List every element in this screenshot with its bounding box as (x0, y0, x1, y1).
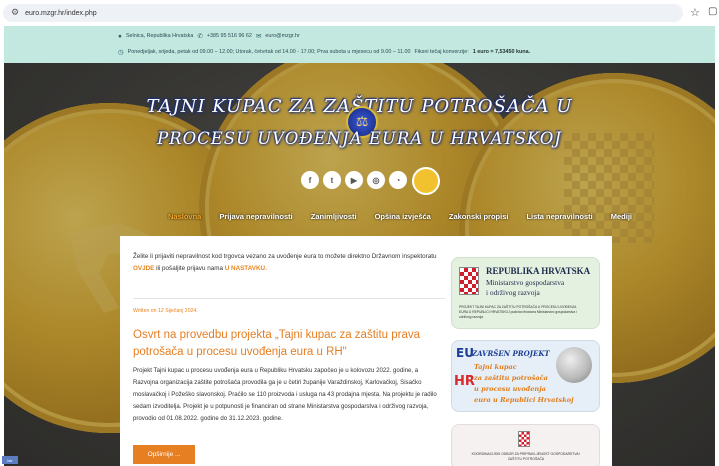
nastavak-link[interactable]: U NASTAVKU. (225, 265, 267, 272)
project-line: u procesu uvođenja (474, 385, 546, 393)
project-line: eura u Republici Hrvatskoj (474, 396, 574, 404)
location-icon: ● (118, 32, 122, 40)
coin-icon (556, 347, 592, 383)
youtube-icon[interactable]: ▶ (345, 171, 363, 189)
address-text[interactable]: euro.mzgr.hr/index.php (25, 10, 97, 17)
instagram-icon[interactable]: ◎ (367, 171, 385, 189)
committee-banner[interactable]: KOORDINACIJSKI ODBOR ZA PRIPRAVLJENOST G… (451, 424, 600, 466)
hero-title-line2: PROCESU UVOĐENJA EURA U HRVATSKOJ (157, 129, 562, 148)
hours-text: Ponedjeljak, srijeda, petak od 09.00 – 1… (127, 49, 411, 55)
browser-toolbar: ⚙ euro.mzgr.hr/index.php ☆ ▢ (0, 0, 719, 26)
project-banner-title: ZAVRŠEN PROJEKT (472, 349, 550, 358)
committee-text: KOORDINACIJSKI ODBOR ZA PRIPRAVLJENOST G… (471, 452, 581, 461)
read-more-button[interactable]: Opširnije ... (133, 445, 195, 464)
intro-text: Želite li prijaviti nepravilnost kod trg… (133, 253, 437, 272)
social-icons: f t ▶ ◎ ◔ (301, 171, 407, 189)
inspektorat-link[interactable]: OVJDE (133, 265, 154, 272)
corner-badge: lstr (2, 456, 18, 464)
extension-icon[interactable]: ▢ (708, 6, 717, 17)
clock-icon: ◷ (118, 49, 124, 56)
conversion-value: 1 euro = 7,53450 kuna. (472, 49, 531, 55)
divider (133, 298, 445, 299)
nav-item-prijava[interactable]: Prijava nepravilnosti (210, 208, 301, 225)
nav-item-lista[interactable]: Lista nepravilnosti (517, 208, 601, 225)
conversion-label: Fiksni tečaj konverzije: (414, 49, 469, 55)
twitter-icon[interactable]: t (323, 171, 341, 189)
nav-item-mediji[interactable]: Mediji (602, 208, 641, 225)
mail-icon: ✉ (255, 33, 262, 40)
star-icon[interactable]: ☆ (690, 6, 700, 19)
hr-letters: HR (454, 374, 475, 389)
nav-item-izvjesca[interactable]: Opšina izvješća (366, 208, 440, 225)
other-social-icon[interactable]: ◔ (389, 171, 407, 189)
post-date: Written on 12 Siječanj 2024. (133, 308, 198, 314)
project-completed-banner[interactable]: EU HR ZAVRŠEN PROJEKT Tajni kupac za zaš… (451, 340, 600, 412)
croatian-coat-of-arms-icon (459, 267, 479, 295)
ministry-banner[interactable]: REPUBLIKA HRVATSKA Ministarstvo gospodar… (451, 257, 600, 329)
hours-row: ◷ Ponedjeljak, srijeda, petak od 09.00 –… (118, 48, 530, 56)
nav-item-propisi[interactable]: Zakonski propisi (440, 208, 518, 225)
address-bar[interactable]: ⚙ euro.mzgr.hr/index.php (3, 4, 683, 22)
post-body: Projekt Tajni kupac u procesu uvođenja e… (133, 367, 437, 422)
main-nav: Naslovna Prijava nepravilnosti Zanimljiv… (159, 208, 641, 225)
contact-row: ● Selnica, Republika Hrvatska ✆ +385 95 … (118, 32, 300, 41)
tune-icon[interactable]: ⚙ (11, 8, 19, 18)
location-text: Selnica, Republika Hrvatska (125, 33, 194, 39)
phone-text[interactable]: +385 95 516 96 62 (207, 33, 252, 39)
croatian-coat-of-arms-icon (518, 431, 530, 447)
mascot-image (412, 167, 440, 195)
email-text[interactable]: euro@mzgr.hr (265, 33, 299, 39)
ministry-small-text: PROJEKT TAJNI KUPAC ZA ZAŠTITU POTROŠAČA… (459, 305, 577, 319)
facebook-icon[interactable]: f (301, 171, 319, 189)
ministry-sub2: i održivog razvoja (486, 288, 540, 297)
info-bar: ● Selnica, Republika Hrvatska ✆ +385 95 … (4, 26, 715, 63)
ministry-title: REPUBLIKA HRVATSKA (486, 266, 591, 276)
post-title[interactable]: Osvrt na provedbu projekta „Tajni kupac … (133, 327, 443, 361)
nav-item-naslovna[interactable]: Naslovna (159, 208, 210, 225)
phone-icon: ✆ (197, 33, 203, 40)
nav-item-zanimljivosti[interactable]: Zanimljivosti (302, 208, 366, 225)
ministry-sub1: Ministarstvo gospodarstva (486, 278, 565, 287)
